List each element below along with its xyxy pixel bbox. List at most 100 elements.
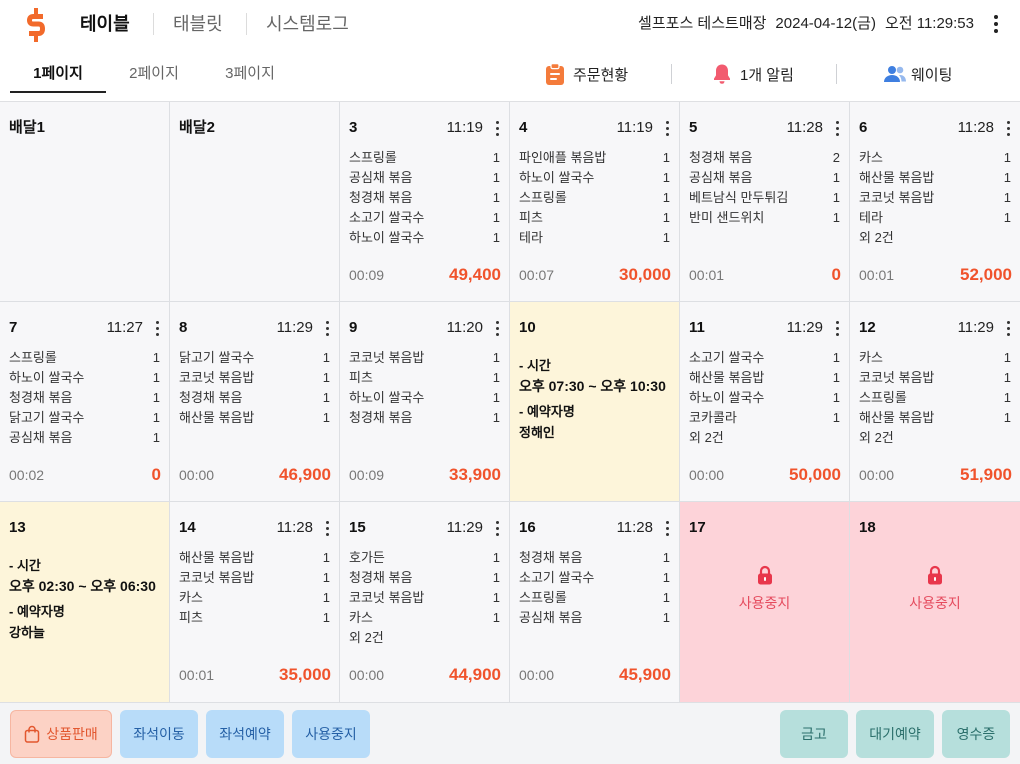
item-quantity: 1 <box>492 590 500 605</box>
disable-table-button[interactable]: 사용중지 <box>292 710 370 758</box>
page-tab-1[interactable]: 1페이지 <box>10 56 106 93</box>
table-card[interactable]: 11 11:29 소고기 쌀국수 1 해산물 볶음밥 1 하노이 쌀국수 1 코카콜라 1 외 2건… <box>680 302 850 502</box>
more-vertical-icon[interactable] <box>831 118 843 138</box>
reserved-table-card[interactable]: 13 - 시간 오후 02:30 ~ 오후 06:30 - 예약자명 강하늘 <box>0 502 170 702</box>
more-vertical-icon[interactable] <box>321 518 333 538</box>
page-tab-2[interactable]: 2페이지 <box>106 56 202 93</box>
table-card[interactable]: 3 11:19 스프링롤 1 공심채 볶음 1 청경채 볶음 1 소고기 쌀국수 1 하노이 쌀국수… <box>340 102 510 302</box>
more-vertical-icon[interactable] <box>990 14 1002 34</box>
order-item: 해산물 볶음밥 1 <box>179 408 330 428</box>
table-card[interactable]: 7 11:27 스프링롤 1 하노이 쌀국수 1 청경채 볶음 1 닭고기 쌀국수 1 공심채 볶음… <box>0 302 170 502</box>
item-name: 카스 <box>859 350 883 365</box>
selfpos-logo[interactable] <box>26 8 46 42</box>
page-tab-3[interactable]: 3페이지 <box>202 56 298 93</box>
action-divider <box>836 64 837 84</box>
more-vertical-icon[interactable] <box>491 118 503 138</box>
item-quantity: 1 <box>152 430 160 445</box>
order-item: 하노이 쌀국수 1 <box>349 228 500 248</box>
order-item: 소고기 쌀국수 1 <box>689 348 840 368</box>
table-card[interactable]: 6 11:28 카스 1 해산물 볶음밥 1 코코넛 볶음밥 1 테라 1 외 2건 00:01 52,… <box>850 102 1020 302</box>
reserved-table-card[interactable]: 10 - 시간 오후 07:30 ~ 오후 10:30 - 예약자명 정해인 <box>510 302 680 502</box>
table-card[interactable]: 16 11:28 청경채 볶음 1 소고기 쌀국수 1 스프링롤 1 공심채 볶음 1 00:00 4… <box>510 502 680 702</box>
disabled-table-card[interactable]: 17 사용중지 <box>680 502 850 702</box>
order-time: 11:29 <box>957 319 994 336</box>
item-quantity: 1 <box>662 150 670 165</box>
waiting-reservation-button[interactable]: 대기예약 <box>856 710 934 758</box>
item-quantity: 1 <box>492 410 500 425</box>
more-vertical-icon[interactable] <box>491 318 503 338</box>
order-item-list: 해산물 볶음밥 1 코코넛 볶음밥 1 카스 1 피츠 1 <box>179 548 330 628</box>
order-item: 카스 1 <box>179 588 330 608</box>
elapsed-time: 00:01 <box>689 267 725 283</box>
more-vertical-icon[interactable] <box>831 318 843 338</box>
order-time: 11:28 <box>957 119 994 136</box>
item-name: 스프링롤 <box>349 150 397 165</box>
nav-tab-table[interactable]: 테이블 <box>80 12 130 36</box>
more-vertical-icon[interactable] <box>661 518 673 538</box>
table-header: 18 <box>859 518 1011 538</box>
notification-button[interactable]: 1개 알림 <box>712 61 794 87</box>
delivery-table-card[interactable]: 배달2 <box>170 102 340 302</box>
more-items-count: 외 2건 <box>689 430 724 445</box>
waiting-button[interactable]: 웨이팅 <box>883 61 952 87</box>
bell-icon <box>712 63 732 85</box>
more-vertical-icon[interactable] <box>491 518 503 538</box>
order-time: 11:20 <box>446 319 483 336</box>
order-status-button[interactable]: 주문현황 <box>545 61 628 87</box>
item-name: 호가든 <box>349 550 385 565</box>
table-card[interactable]: 9 11:20 코코넛 볶음밥 1 피츠 1 하노이 쌀국수 1 청경채 볶음 1 00:09 33,… <box>340 302 510 502</box>
order-item: 테라 1 <box>519 228 670 248</box>
table-card[interactable]: 8 11:29 닭고기 쌀국수 1 코코넛 볶음밥 1 청경채 볶음 1 해산물 볶음밥 1 00:… <box>170 302 340 502</box>
more-vertical-icon[interactable] <box>151 318 163 338</box>
item-name: 스프링롤 <box>519 190 567 205</box>
order-time: 11:29 <box>276 319 313 336</box>
table-card[interactable]: 14 11:28 해산물 볶음밥 1 코코넛 볶음밥 1 카스 1 피츠 1 00:01 35,000 <box>170 502 340 702</box>
more-vertical-icon[interactable] <box>1002 318 1014 338</box>
table-number: 3 <box>349 119 358 136</box>
order-time: 11:28 <box>616 519 653 536</box>
table-number: 배달1 <box>9 119 45 136</box>
item-name: 하노이 쌀국수 <box>689 390 765 405</box>
more-vertical-icon[interactable] <box>1002 118 1014 138</box>
order-item-list: 스프링롤 1 하노이 쌀국수 1 청경채 볶음 1 닭고기 쌀국수 1 공심채 볶음 1 <box>9 348 160 448</box>
item-quantity: 1 <box>832 410 840 425</box>
item-name: 카스 <box>179 590 203 605</box>
item-quantity: 1 <box>832 370 840 385</box>
table-card[interactable]: 12 11:29 카스 1 코코넛 볶음밥 1 스프링롤 1 해산물 볶음밥 1 외 2건 00:00… <box>850 302 1020 502</box>
cash-drawer-button[interactable]: 금고 <box>780 710 848 758</box>
seat-move-button[interactable]: 좌석이동 <box>120 710 198 758</box>
item-name: 스프링롤 <box>859 390 907 405</box>
order-item-list: 소고기 쌀국수 1 해산물 볶음밥 1 하노이 쌀국수 1 코카콜라 1 외 2건 <box>689 348 840 447</box>
item-quantity: 1 <box>322 370 330 385</box>
bottom-action-bar: 상품판매 좌석이동 좌석예약 사용중지 금고 대기예약 영수증 <box>0 702 1020 764</box>
order-item-list: 파인애플 볶음밥 1 하노이 쌀국수 1 스프링롤 1 피츠 1 테라 1 <box>519 148 670 248</box>
table-card[interactable]: 15 11:29 호가든 1 청경채 볶음 1 코코넛 볶음밥 1 카스 1 외 2건 00:00 44… <box>340 502 510 702</box>
reservation-time-range: 오후 02:30 ~ 오후 06:30 <box>9 578 156 594</box>
more-vertical-icon[interactable] <box>321 318 333 338</box>
item-quantity: 2 <box>832 150 840 165</box>
item-quantity: 1 <box>1003 390 1011 405</box>
item-name: 스프링롤 <box>9 350 57 365</box>
more-vertical-icon[interactable] <box>661 118 673 138</box>
table-card[interactable]: 5 11:28 청경채 볶음 2 공심채 볶음 1 베트남식 만두튀김 1 반미 샌드위치 1 00… <box>680 102 850 302</box>
table-number: 10 <box>519 319 536 336</box>
item-name: 청경채 볶음 <box>9 390 73 405</box>
table-card[interactable]: 4 11:19 파인애플 볶음밥 1 하노이 쌀국수 1 스프링롤 1 피츠 1 테라 1 00:07 3… <box>510 102 680 302</box>
item-quantity: 1 <box>492 190 500 205</box>
item-quantity: 1 <box>1003 410 1011 425</box>
item-quantity: 1 <box>832 350 840 365</box>
order-item: 피츠 1 <box>519 208 670 228</box>
disabled-table-card[interactable]: 18 사용중지 <box>850 502 1020 702</box>
nav-tab-system-log[interactable]: 시스템로그 <box>266 12 349 36</box>
item-quantity: 1 <box>1003 150 1011 165</box>
item-name: 해산물 볶음밥 <box>859 410 935 425</box>
nav-tab-tablet[interactable]: 태블릿 <box>173 12 223 36</box>
item-quantity: 1 <box>662 190 670 205</box>
product-sale-button[interactable]: 상품판매 <box>10 710 112 758</box>
delivery-table-card[interactable]: 배달1 <box>0 102 170 302</box>
order-item: 호가든 1 <box>349 548 500 568</box>
table-footer: 00:00 46,900 <box>179 462 331 488</box>
item-quantity: 1 <box>492 350 500 365</box>
receipt-button[interactable]: 영수증 <box>942 710 1010 758</box>
seat-reservation-button[interactable]: 좌석예약 <box>206 710 284 758</box>
